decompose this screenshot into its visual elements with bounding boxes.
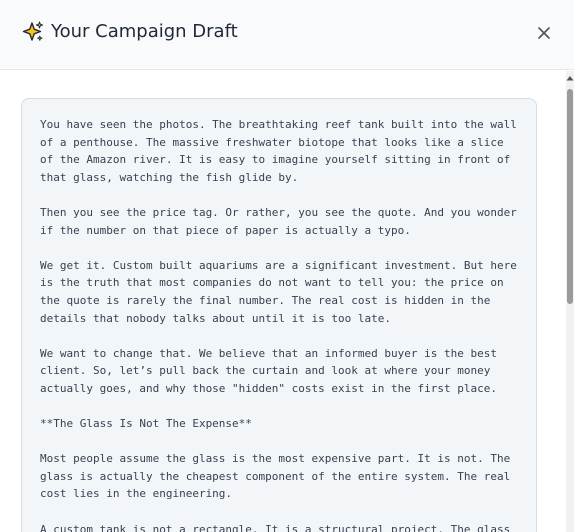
scroll-up-arrow-icon[interactable] [566,74,574,82]
close-button[interactable] [534,23,554,43]
draft-paragraph: Most people assume the glass is the most… [40,452,517,501]
draft-section-heading: **The Glass Is Not The Expense** [40,417,252,431]
modal-body[interactable]: You have seen the photos. The breathtaki… [0,71,566,532]
draft-paragraph: You have seen the photos. The breathtaki… [40,118,524,184]
vertical-scrollbar[interactable] [566,71,574,532]
scrollbar-thumb[interactable] [567,89,573,304]
draft-text-box[interactable]: You have seen the photos. The breathtaki… [21,98,537,532]
modal-header: Your Campaign Draft [0,0,574,70]
draft-paragraph: A custom tank is not a rectangle. It is … [40,522,511,532]
modal-title-group: Your Campaign Draft [22,20,238,44]
campaign-draft-modal: Your Campaign Draft You have seen the ph… [0,0,574,532]
sparkles-icon [22,21,44,43]
modal-title: Your Campaign Draft [51,21,238,42]
draft-paragraph: We get it. Custom built aquariums are a … [40,258,524,325]
draft-content: You have seen the photos. The breathtaki… [40,116,522,532]
draft-paragraph: Then you see the price tag. Or rather, y… [40,205,524,237]
close-icon [538,24,550,43]
draft-paragraph: We want to change that. We believe that … [40,346,504,395]
